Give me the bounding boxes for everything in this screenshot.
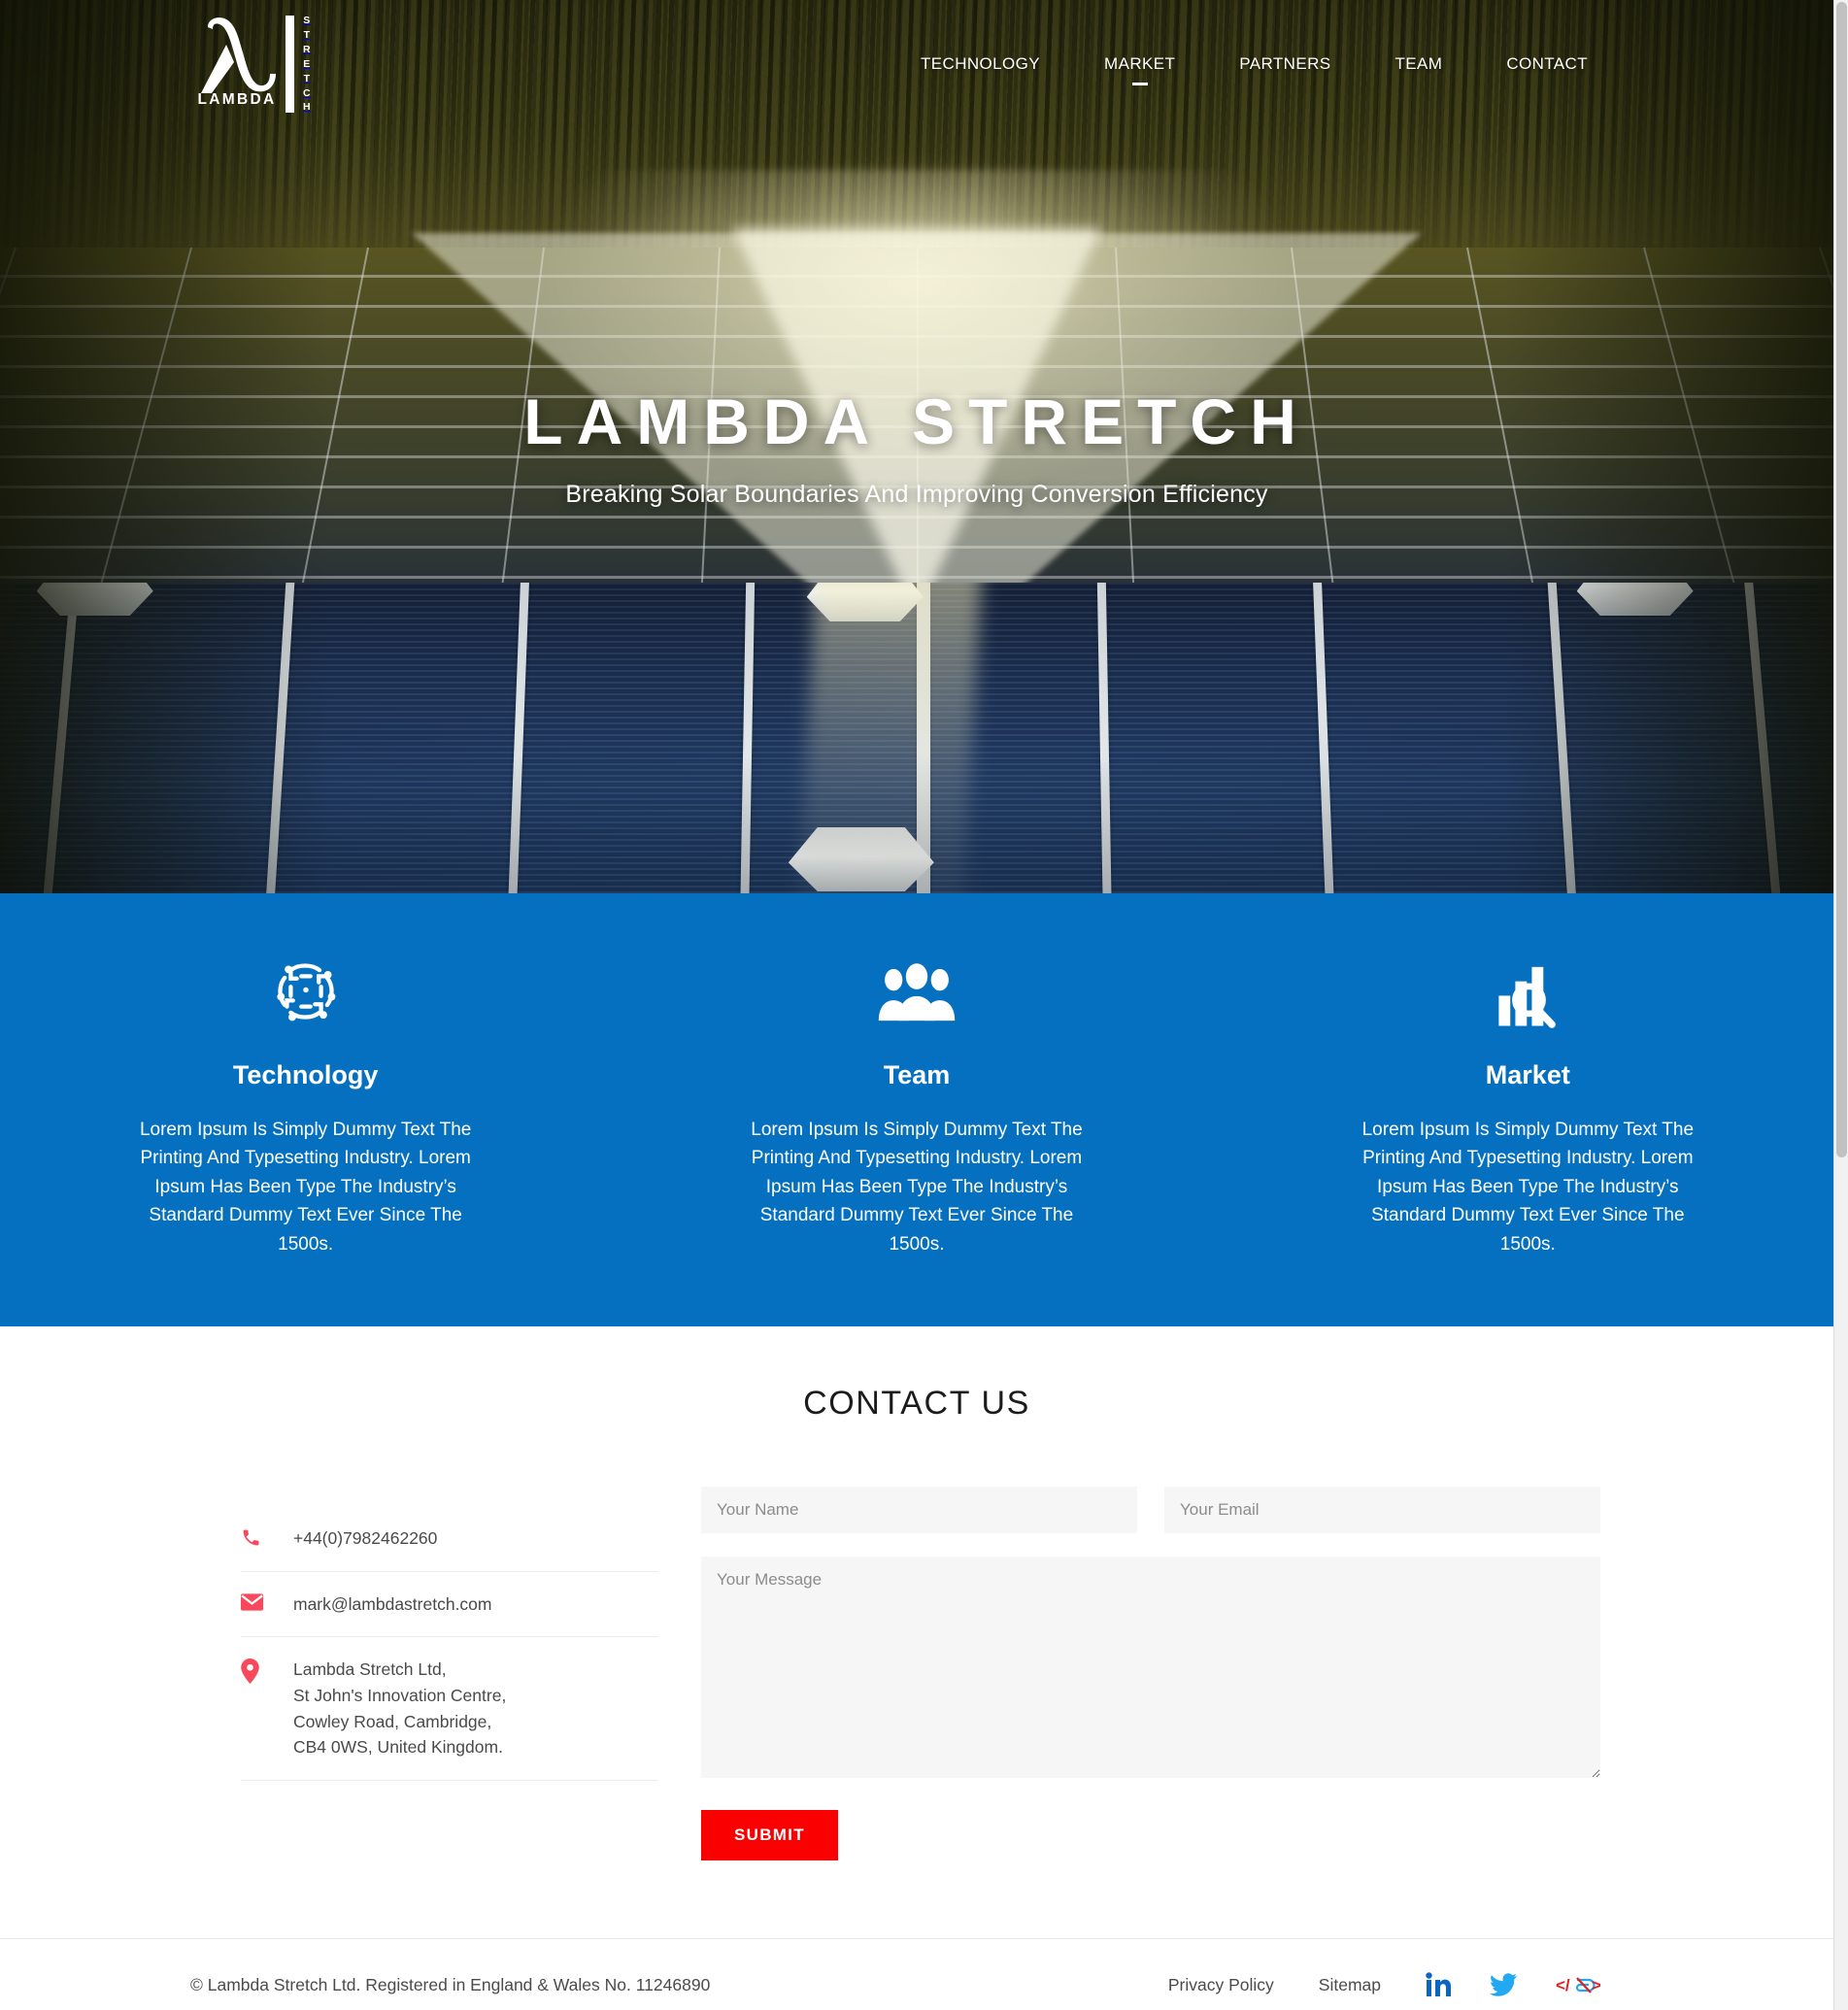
footer-right-group: Privacy Policy Sitemap </ > — [1168, 1972, 1600, 1997]
address-line: St John's Innovation Centre, — [293, 1685, 507, 1705]
footer-copyright: © Lambda Stretch Ltd. Registered in Engl… — [190, 1974, 711, 1994]
code-credit-icon[interactable]: </ > — [1556, 1973, 1600, 1996]
logo-letter: T — [303, 28, 311, 41]
footer-link-privacy-policy[interactable]: Privacy Policy — [1168, 1975, 1274, 1995]
contact-address-row: Lambda Stretch Ltd, St John's Innovation… — [241, 1637, 658, 1781]
logo-letter: E — [303, 57, 311, 70]
map-pin-icon — [241, 1657, 266, 1685]
footer-social-list: </ > — [1426, 1972, 1600, 1997]
browser-viewport: LAMBDA S T R E T C H TECHNOLOGY MARKET P… — [0, 0, 1833, 2010]
contact-email-value: mark@lambdastretch.com — [293, 1593, 492, 1614]
footer-link-sitemap[interactable]: Sitemap — [1319, 1975, 1381, 1995]
logo-wordmark: LAMBDA — [197, 91, 277, 108]
feature-title-team: Team — [883, 1060, 951, 1089]
svg-text:>: > — [1592, 1976, 1600, 1994]
bar-chart-magnifier-icon — [1281, 950, 1775, 1033]
name-field-wrap — [701, 1487, 1137, 1534]
envelope-icon — [241, 1591, 266, 1611]
contact-layout: +44(0)7982462260 mark@lambdastretch.com — [0, 1483, 1833, 1861]
people-group-icon — [669, 950, 1163, 1033]
linkedin-icon[interactable] — [1426, 1972, 1451, 1997]
nav-item-technology[interactable]: TECHNOLOGY — [921, 54, 1040, 84]
nav-item-partners[interactable]: PARTNERS — [1239, 54, 1330, 84]
nav-item-market[interactable]: MARKET — [1104, 54, 1175, 84]
form-row-name-email — [701, 1487, 1600, 1534]
logo-letter: R — [303, 43, 312, 55]
site-footer: © Lambda Stretch Ltd. Registered in Engl… — [0, 1938, 1833, 2010]
main-navigation: TECHNOLOGY MARKET PARTNERS TEAM CONTACT — [921, 54, 1588, 84]
contact-phone-value: +44(0)7982462260 — [293, 1528, 438, 1549]
page-scrollbar[interactable] — [1833, 0, 1848, 2010]
nav-item-contact[interactable]: CONTACT — [1506, 54, 1588, 84]
nav-item-team[interactable]: TEAM — [1394, 54, 1442, 84]
email-field-wrap — [1164, 1487, 1600, 1534]
feature-body-market: Lorem Ipsum Is Simply Dummy Text The Pri… — [1361, 1120, 1695, 1255]
scrollbar-thumb[interactable] — [1836, 2, 1847, 1157]
feature-title-technology: Technology — [232, 1060, 379, 1089]
contact-address-value: Lambda Stretch Ltd, St John's Innovation… — [284, 1657, 506, 1759]
contact-info-list: +44(0)7982462260 mark@lambdastretch.com — [241, 1483, 658, 1781]
email-input[interactable] — [1164, 1487, 1600, 1534]
logo-letter: T — [303, 72, 311, 84]
feature-body-team: Lorem Ipsum Is Simply Dummy Text The Pri… — [751, 1120, 1083, 1255]
address-line: Lambda Stretch Ltd, — [293, 1659, 447, 1680]
feature-card-team: Team Lorem Ipsum Is Simply Dummy Text Th… — [611, 950, 1222, 1258]
circuit-circle-icon — [58, 950, 553, 1033]
contact-heading: CONTACT US — [803, 1385, 1030, 1423]
logo-letter: C — [303, 86, 312, 99]
twitter-icon[interactable] — [1490, 1973, 1517, 1996]
hero-text-block: LAMBDA STRETCH Breaking Solar Boundaries… — [0, 385, 1833, 509]
submit-button[interactable]: SUBMIT — [701, 1810, 838, 1861]
feature-body-technology: Lorem Ipsum Is Simply Dummy Text The Pri… — [139, 1120, 472, 1255]
hero-subtitle: Breaking Solar Boundaries And Improving … — [565, 481, 1268, 509]
contact-form: SUBMIT — [701, 1483, 1600, 1861]
hero-title: LAMBDA STRETCH — [523, 385, 1310, 457]
svg-text:</: </ — [1556, 1976, 1570, 1994]
name-input[interactable] — [701, 1487, 1137, 1534]
feature-card-technology: Technology Lorem Ipsum Is Simply Dummy T… — [0, 950, 611, 1258]
logo-vertical-stretch: S T R E T C H — [303, 16, 311, 113]
site-logo[interactable]: LAMBDA S T R E T C H — [190, 8, 311, 122]
contact-phone-row[interactable]: +44(0)7982462260 — [241, 1506, 658, 1572]
site-header: LAMBDA S T R E T C H TECHNOLOGY MARKET P… — [0, 0, 1833, 113]
contact-email-row[interactable]: mark@lambdastretch.com — [241, 1572, 658, 1638]
feature-title-market: Market — [1485, 1060, 1570, 1089]
logo-letter: S — [303, 15, 311, 26]
feature-card-market: Market Lorem Ipsum Is Simply Dummy Text … — [1223, 950, 1833, 1258]
page-root: LAMBDA S T R E T C H TECHNOLOGY MARKET P… — [0, 0, 1848, 2010]
contact-section: CONTACT US +44(0)7982462260 mark@lambdas… — [0, 1326, 1833, 1939]
lambda-icon — [196, 12, 280, 97]
logo-mark-wrap: LAMBDA — [190, 8, 284, 122]
message-textarea[interactable] — [701, 1557, 1600, 1779]
address-line: Cowley Road, Cambridge, — [293, 1711, 492, 1731]
hero-section: LAMBDA S T R E T C H TECHNOLOGY MARKET P… — [0, 0, 1833, 893]
features-section: Technology Lorem Ipsum Is Simply Dummy T… — [0, 893, 1833, 1327]
address-line: CB4 0WS, United Kingdom. — [293, 1737, 503, 1758]
logo-divider-bar — [286, 16, 294, 113]
phone-icon — [241, 1525, 266, 1548]
logo-letter: H — [303, 101, 312, 114]
